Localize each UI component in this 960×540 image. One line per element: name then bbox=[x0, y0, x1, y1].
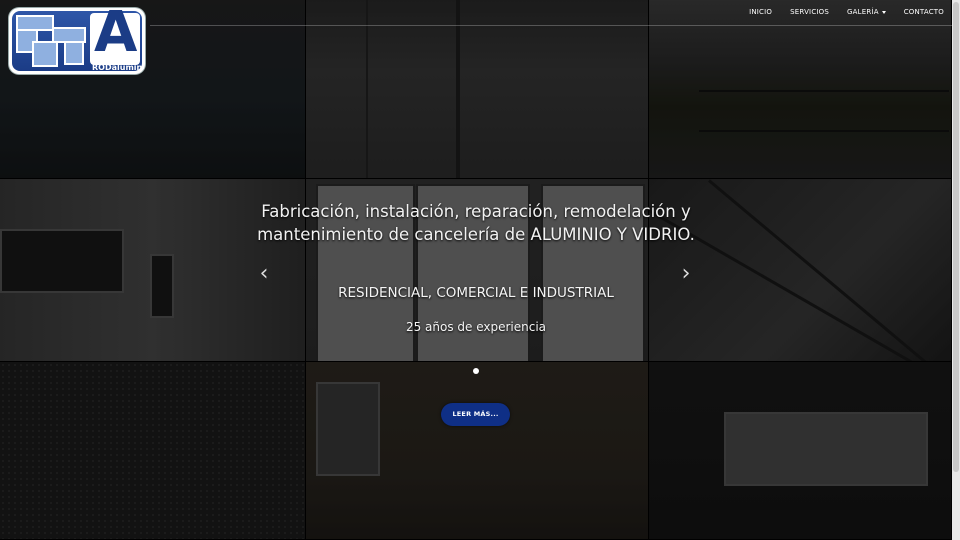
leer-mas-button[interactable]: LEER MÁS... bbox=[441, 403, 510, 426]
hero-headline-line2: mantenimiento de cancelería de ALUMINIO … bbox=[257, 225, 695, 244]
nav-divider bbox=[150, 25, 952, 26]
logo-badge: A RODaluminio bbox=[12, 8, 145, 72]
hero-subhead: RESIDENCIAL, COMERCIAL E INDUSTRIAL bbox=[338, 285, 614, 301]
scrollbar-thumb[interactable] bbox=[953, 2, 959, 472]
chevron-right-icon[interactable]: › bbox=[679, 262, 693, 286]
nav-item-contacto[interactable]: CONTACTO bbox=[904, 8, 944, 18]
logo-wordmark: RODaluminio bbox=[92, 63, 145, 72]
carousel-indicator[interactable] bbox=[473, 368, 479, 374]
site-logo[interactable]: A RODaluminio bbox=[9, 8, 145, 74]
nav-item-galeria-label: GALERÍA bbox=[847, 8, 879, 16]
nav-item-inicio[interactable]: INICIO bbox=[749, 8, 772, 18]
logo-letter-a: A bbox=[90, 8, 140, 65]
dark-overlay bbox=[0, 0, 952, 540]
nav-item-galeria[interactable]: GALERÍA bbox=[847, 8, 886, 18]
page-scrollbar[interactable] bbox=[952, 0, 960, 540]
hero-experience: 25 años de experiencia bbox=[405, 320, 547, 334]
main-nav: INICIO SERVICIOS GALERÍA CONTACTO bbox=[731, 8, 944, 18]
logo-shape bbox=[64, 41, 84, 65]
hero-headline-line1: Fabricación, instalación, reparación, re… bbox=[261, 202, 691, 221]
logo-shape bbox=[32, 41, 58, 67]
hero-headline: Fabricación, instalación, reparación, re… bbox=[0, 200, 952, 246]
nav-item-servicios[interactable]: SERVICIOS bbox=[790, 8, 829, 18]
caret-down-icon bbox=[881, 10, 886, 14]
chevron-left-icon[interactable]: ‹ bbox=[257, 262, 271, 286]
